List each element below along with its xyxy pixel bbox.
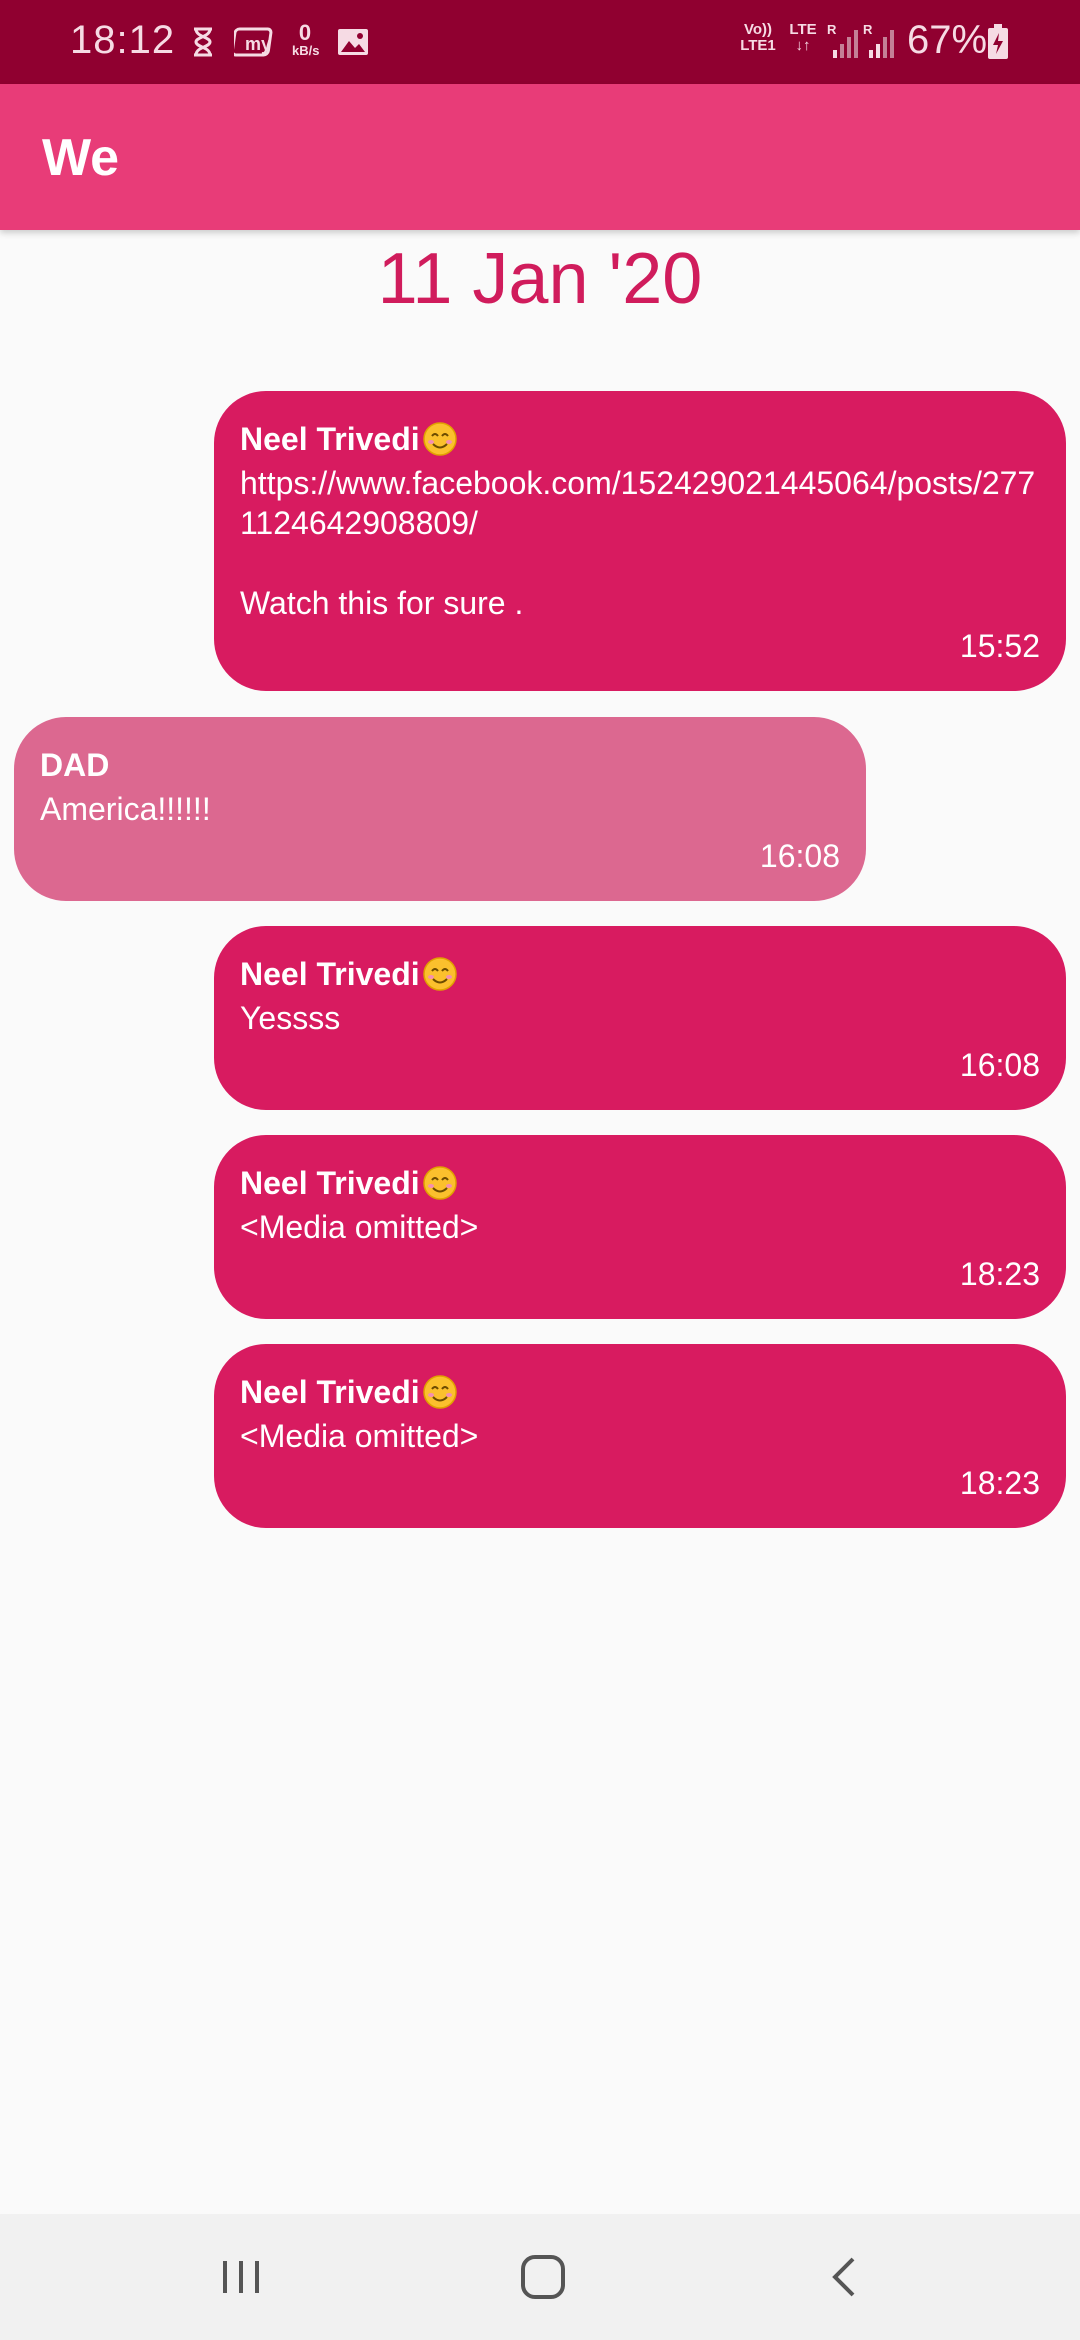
smiling-face-emoji	[422, 1375, 457, 1409]
message-time: 18:23	[959, 1465, 1040, 1501]
app-bar: We	[0, 84, 1080, 230]
data-speed: 0 kB/s	[292, 20, 320, 58]
svg-text:my: my	[245, 34, 271, 54]
roaming-1: R	[827, 24, 837, 37]
network-volte: Vo)) LTE1	[738, 22, 778, 54]
chat-title: We	[42, 129, 120, 187]
image-icon	[336, 22, 370, 62]
back-icon	[832, 2257, 855, 2297]
message-bubble[interactable]: Neel Trivedi https://www.facebook.com/15…	[214, 391, 1066, 691]
status-bar: 18:12 my 0 kB/s Vo)) LTE1 LTE ↓↑ R R 67%	[0, 0, 1080, 84]
message-time: 16:08	[759, 838, 840, 874]
home-button[interactable]	[498, 2244, 588, 2310]
navigation-bar	[0, 2214, 1080, 2340]
smiling-face-emoji	[422, 1166, 457, 1200]
message-sender: DAD	[40, 745, 840, 785]
message-bubble[interactable]: Neel Trivedi <Media omitted> 18:23	[214, 1344, 1066, 1528]
sender-name: Neel Trivedi	[240, 421, 420, 457]
message-text: <Media omitted>	[240, 1209, 479, 1245]
message-text: Yessss	[240, 1000, 341, 1036]
message-bubble[interactable]: Neel Trivedi Yessss 16:08	[214, 926, 1066, 1110]
sender-name: DAD	[40, 747, 110, 783]
sender-name: Neel Trivedi	[240, 1165, 420, 1201]
status-time: 18:12	[70, 18, 176, 62]
message-time: 18:23	[959, 1256, 1040, 1292]
message-sender: Neel Trivedi	[240, 1163, 1040, 1203]
battery-percentage: 67%	[907, 18, 988, 62]
sender-name: Neel Trivedi	[240, 1374, 420, 1410]
network-volte-label: Vo))	[743, 21, 773, 38]
sender-name: Neel Trivedi	[240, 956, 420, 992]
network-lte1-label: LTE1	[740, 37, 776, 54]
home-icon	[521, 2255, 565, 2299]
network-lte-label: LTE	[789, 21, 817, 38]
smiling-face-emoji	[422, 422, 457, 456]
message-sender: Neel Trivedi	[240, 1372, 1040, 1412]
signal-icon-2: R	[862, 22, 898, 62]
data-speed-unit: kB/s	[292, 43, 320, 58]
message-time: 15:52	[959, 628, 1040, 664]
data-arrows-icon: ↓↑	[795, 37, 811, 54]
message-sender: Neel Trivedi	[240, 954, 1040, 994]
hourglass-icon	[188, 22, 218, 62]
message-sender: Neel Trivedi	[240, 419, 1040, 459]
recent-apps-button[interactable]	[196, 2244, 286, 2310]
message-bubble[interactable]: DAD America!!!!!! 16:08	[14, 717, 866, 901]
message-text: America!!!!!!	[40, 791, 211, 827]
svg-text:R: R	[863, 24, 873, 37]
signal-icon: R	[826, 22, 862, 62]
message-time: 16:08	[959, 1047, 1040, 1083]
back-button[interactable]	[800, 2244, 890, 2310]
network-lte: LTE ↓↑	[786, 22, 820, 54]
message-bubble[interactable]: Neel Trivedi <Media omitted> 18:23	[214, 1135, 1066, 1319]
myntra-icon: my	[232, 22, 276, 62]
smiling-face-emoji	[422, 957, 457, 991]
date-header: 11 Jan '20	[377, 239, 703, 319]
message-text: <Media omitted>	[240, 1418, 479, 1454]
data-speed-value: 0	[298, 20, 312, 45]
recent-apps-icon	[223, 2261, 259, 2293]
message-text: https://www.facebook.com/152429021445064…	[240, 465, 1036, 621]
battery-charging-icon	[986, 22, 1010, 62]
